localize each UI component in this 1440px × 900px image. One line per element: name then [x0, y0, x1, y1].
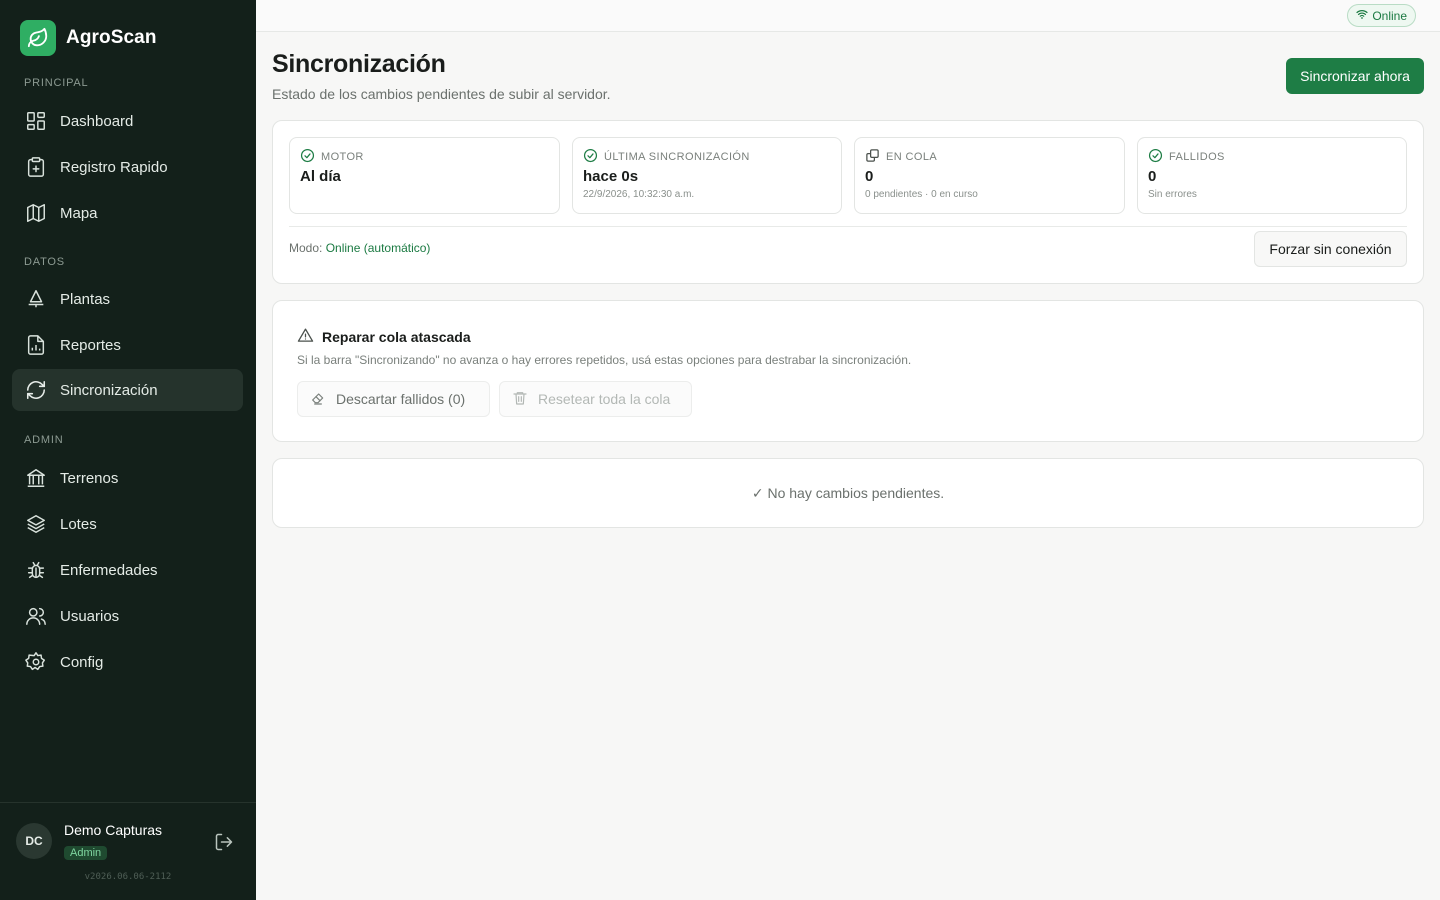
empty-state-message: ✓ No hay cambios pendientes. [751, 484, 945, 501]
force-offline-button[interactable]: Forzar sin conexión [1254, 231, 1407, 267]
check-circle-icon [583, 148, 598, 166]
app-name: AgroScan [66, 27, 157, 48]
stat-label: FALLIDOS [1169, 151, 1225, 163]
stat-last-sync: ÚLTIMA SINCRONIZACIÓN hace 0s 22/9/2026,… [572, 137, 842, 214]
user-panel: DC Demo Capturas Admin v2026.06.06-2112 [0, 802, 256, 900]
stat-detail: 0 pendientes · 0 en curso [865, 189, 978, 200]
sidebar-item-reportes[interactable]: Reportes [12, 324, 243, 366]
sidebar-item-enfermedades[interactable]: Enfermedades [12, 549, 243, 591]
stat-failed: FALLIDOS 0 Sin errores [1137, 137, 1407, 214]
reset-queue-button[interactable]: Resetear toda la cola [499, 381, 692, 417]
sidebar-item-label: Config [60, 653, 104, 671]
sidebar-item-label: Terrenos [60, 469, 119, 487]
section-label-principal: PRINCIPAL [24, 77, 89, 89]
page-title: Sincronización [272, 50, 446, 78]
connection-status-label: Online [1372, 8, 1407, 23]
clipboard-plus-icon [24, 155, 48, 179]
grid-icon [24, 109, 48, 133]
report-icon [24, 333, 48, 357]
discard-failed-label: Descartar fallidos (0) [336, 391, 466, 407]
user-name: Demo Capturas [64, 822, 163, 838]
page-subtitle: Estado de los cambios pendientes de subi… [272, 86, 611, 102]
sprout-icon [24, 287, 48, 311]
sync-mode: Modo: Online (automático) [289, 241, 430, 255]
sidebar-item-terrenos[interactable]: Terrenos [12, 457, 243, 499]
sidebar-item-label: Registro Rapido [60, 158, 168, 176]
avatar[interactable]: DC [16, 823, 52, 859]
sidebar-item-label: Dashboard [60, 112, 134, 130]
sidebar-item-label: Sincronización [60, 381, 158, 399]
sidebar-item-sincronizacion[interactable]: Sincronización [12, 369, 243, 411]
sidebar-item-dashboard[interactable]: Dashboard [12, 100, 243, 142]
divider [289, 226, 1407, 227]
stat-label: ÚLTIMA SINCRONIZACIÓN [604, 151, 750, 163]
role-badge: Admin [64, 846, 108, 860]
stat-label: MOTOR [321, 151, 364, 163]
sidebar-item-label: Lotes [60, 515, 97, 533]
sync-now-button[interactable]: Sincronizar ahora [1286, 58, 1424, 94]
sidebar-item-lotes[interactable]: Lotes [12, 503, 243, 545]
stat-value: 0 [1148, 168, 1157, 185]
sidebar-item-label: Enfermedades [60, 561, 158, 579]
repair-title: Reparar cola atascada [322, 329, 471, 345]
sidebar-item-config[interactable]: Config [12, 641, 243, 683]
refresh-icon [24, 378, 48, 402]
section-label-datos: DATOS [24, 256, 65, 268]
check-circle-icon [1148, 148, 1163, 166]
sidebar-item-label: Reportes [60, 336, 121, 354]
warning-icon [297, 327, 314, 347]
stat-motor: MOTOR Al día [289, 137, 560, 214]
sidebar-item-usuarios[interactable]: Usuarios [12, 595, 243, 637]
users-icon [24, 604, 48, 628]
pending-changes-card: ✓ No hay cambios pendientes. [272, 458, 1424, 528]
reset-queue-label: Resetear toda la cola [538, 391, 671, 407]
sidebar-item-label: Usuarios [60, 607, 120, 625]
sidebar-item-registro-rapido[interactable]: Registro Rapido [12, 146, 243, 188]
layers-icon [24, 512, 48, 536]
app-version: v2026.06.06-2112 [84, 872, 172, 882]
eraser-icon [310, 390, 326, 409]
copy-icon [865, 148, 880, 166]
sync-mode-label: Modo: [289, 241, 323, 255]
connection-status-badge[interactable]: Online [1347, 4, 1416, 27]
sidebar-item-plantas[interactable]: Plantas [12, 278, 243, 320]
sync-mode-value: Online (automático) [325, 241, 431, 255]
landmark-icon [24, 466, 48, 490]
stat-value: 0 [865, 168, 874, 185]
repair-description: Si la barra "Sincronizando" no avanza o … [297, 353, 912, 367]
check-circle-icon [300, 148, 315, 166]
stat-label: EN COLA [886, 151, 938, 163]
topbar: Online [256, 0, 1440, 32]
wifi-icon [1356, 8, 1368, 23]
sidebar-item-label: Mapa [60, 204, 98, 222]
discard-failed-button[interactable]: Descartar fallidos (0) [297, 381, 490, 417]
map-icon [24, 201, 48, 225]
stat-detail: Sin errores [1148, 189, 1197, 200]
bug-icon [24, 558, 48, 582]
gear-icon [24, 650, 48, 674]
section-label-admin: ADMIN [24, 434, 64, 446]
trash-icon [512, 390, 528, 409]
leaf-icon [20, 20, 56, 56]
repair-queue-card: Reparar cola atascada Si la barra "Sincr… [272, 300, 1424, 442]
sidebar-item-label: Plantas [60, 290, 111, 308]
sidebar: AgroScan PRINCIPAL Dashboard Registro Ra… [0, 0, 256, 900]
brand[interactable]: AgroScan [20, 20, 157, 56]
stat-value: hace 0s [583, 168, 639, 185]
sync-status-card: MOTOR Al día ÚLTIMA SINCRONIZACIÓN hace … [272, 120, 1424, 284]
stat-queue: EN COLA 0 0 pendientes · 0 en curso [854, 137, 1125, 214]
stat-detail: 22/9/2026, 10:32:30 a.m. [583, 189, 695, 200]
logout-icon[interactable] [214, 832, 234, 852]
sidebar-item-mapa[interactable]: Mapa [12, 192, 243, 234]
stat-value: Al día [300, 168, 341, 185]
